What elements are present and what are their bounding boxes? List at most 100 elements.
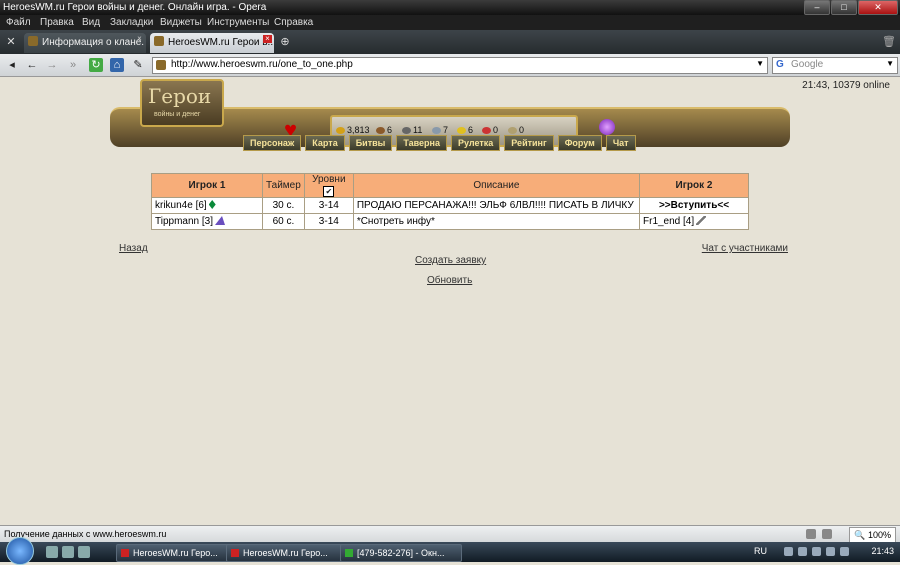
reload-icon[interactable]: ↻ xyxy=(89,58,103,72)
elf-faction-icon xyxy=(208,200,216,209)
col-levels: Уровни ✔ xyxy=(303,173,354,198)
mercury-icon xyxy=(432,127,441,134)
nav-roulette[interactable]: Рулетка xyxy=(450,135,501,151)
nav-battles[interactable]: Битвы xyxy=(348,135,393,151)
gold-icon xyxy=(336,127,345,134)
refresh-link[interactable]: Обновить xyxy=(427,275,472,286)
back-link[interactable]: Назад xyxy=(119,243,148,254)
nav-forum[interactable]: Форум xyxy=(557,135,602,151)
show-desktop-icon[interactable] xyxy=(62,546,74,558)
edit-icon[interactable]: ✎ xyxy=(131,58,145,72)
chevron-down-icon[interactable]: ▼ xyxy=(886,59,894,68)
game-nav: Персонаж Карта Битвы Таверна Рулетка Рей… xyxy=(243,135,640,151)
tray-icon[interactable] xyxy=(840,547,849,556)
clock[interactable]: 21:43 xyxy=(871,546,894,556)
search-input[interactable]: Google xyxy=(791,59,823,70)
view-icon[interactable] xyxy=(822,529,832,539)
col-player2: Игрок 2 xyxy=(639,173,749,198)
switch-windows-icon[interactable] xyxy=(78,546,90,558)
player1-cell[interactable]: Tippmann [3] xyxy=(151,213,263,230)
status-bar: Получение данных с www.heroeswm.ru 🔍 100… xyxy=(0,525,900,543)
opera-icon xyxy=(231,549,239,557)
taskbar-item-window[interactable]: [479-582-276] - Окн... xyxy=(340,544,462,562)
close-button[interactable]: ✕ xyxy=(858,0,898,15)
tools-icon[interactable]: ✕ xyxy=(4,35,18,49)
menu-tools[interactable]: Инструменты xyxy=(207,15,269,30)
menu-view[interactable]: Вид xyxy=(82,15,100,30)
system-tray: RU 21:43 xyxy=(750,542,900,562)
mana-orb-icon xyxy=(599,119,615,135)
windows-taskbar: HeroesWM.ru Геро... HeroesWM.ru Геро... … xyxy=(0,537,900,565)
home-icon[interactable]: ⌂ xyxy=(110,58,124,72)
wizard-faction-icon xyxy=(215,216,225,225)
gem-icon xyxy=(508,127,517,134)
unite-icon[interactable] xyxy=(806,529,816,539)
nav-chat[interactable]: Чат xyxy=(605,135,636,151)
menu-file[interactable]: Файл xyxy=(6,15,31,30)
trash-icon[interactable]: 🗑 xyxy=(882,35,896,49)
tab-close-icon[interactable]: × xyxy=(135,35,144,43)
table-row: krikun4e [6] 30 с. 3-14 ПРОДАЮ ПЕРСАНАЖА… xyxy=(151,197,749,214)
ore-resource: 11 xyxy=(402,125,422,135)
game-logo[interactable]: Герои войны и денег xyxy=(140,79,224,127)
nav-rating[interactable]: Рейтинг xyxy=(504,135,554,151)
sulfur-resource: 6 xyxy=(457,125,473,135)
join-link[interactable]: >>Вступить<< xyxy=(639,197,749,214)
game-header: ♥ 3,813 6 11 7 6 0 0 Герои войны и денег… xyxy=(110,77,790,157)
window-title: HeroesWM.ru Герои войны и денег. Онлайн … xyxy=(3,2,267,13)
forward-icon[interactable]: → xyxy=(45,58,59,72)
crystals-resource: 0 xyxy=(482,125,498,135)
mercury-resource: 7 xyxy=(432,125,448,135)
tab-clan-info[interactable]: Информация о клане. × xyxy=(24,33,146,53)
gold-resource: 3,813 xyxy=(336,125,370,135)
player1-cell[interactable]: krikun4e [6] xyxy=(151,197,263,214)
volume-icon[interactable] xyxy=(812,547,821,556)
menu-help[interactable]: Справка xyxy=(274,15,313,30)
ore-icon xyxy=(402,127,411,134)
back-icon[interactable]: ← xyxy=(25,58,39,72)
opera-icon xyxy=(121,549,129,557)
crystal-icon xyxy=(482,127,491,134)
tray-icon[interactable] xyxy=(784,547,793,556)
network-icon[interactable] xyxy=(798,547,807,556)
nav-map[interactable]: Карта xyxy=(305,135,345,151)
language-indicator[interactable]: RU xyxy=(754,546,767,556)
checkmark-icon[interactable]: ✔ xyxy=(323,186,335,197)
menu-edit[interactable]: Правка xyxy=(40,15,74,30)
maximize-button[interactable]: □ xyxy=(831,0,857,15)
timer-cell: 60 с. xyxy=(262,213,305,230)
menu-widgets[interactable]: Виджеты xyxy=(160,15,202,30)
taskbar-item-opera-1[interactable]: HeroesWM.ru Геро... xyxy=(116,544,234,562)
new-tab-icon[interactable]: ⊕ xyxy=(278,35,292,49)
window-icon xyxy=(345,549,353,557)
tab-close-icon[interactable]: × xyxy=(263,35,272,43)
address-input[interactable]: http://www.heroeswm.ru/one_to_one.php xyxy=(171,59,353,70)
nav-character[interactable]: Персонаж xyxy=(243,135,302,151)
table-row: Tippmann [3] 60 с. 3-14 *Снотреть инфу* … xyxy=(151,213,749,230)
create-request-link[interactable]: Создать заявку xyxy=(415,255,486,266)
taskbar-item-opera-2[interactable]: HeroesWM.ru Геро... xyxy=(226,544,348,562)
menu-bookmarks[interactable]: Закладки xyxy=(110,15,153,30)
col-description: Описание xyxy=(352,173,641,198)
minimize-button[interactable]: – xyxy=(804,0,830,15)
wood-resource: 6 xyxy=(376,125,392,135)
start-button[interactable] xyxy=(6,537,34,565)
nav-tavern[interactable]: Таверна xyxy=(396,135,447,151)
online-counter: 21:43, 10379 online xyxy=(802,80,890,91)
address-bar[interactable]: http://www.heroeswm.ru/one_to_one.php ▼ xyxy=(152,57,768,74)
panel-toggle-icon[interactable]: ◂ xyxy=(5,58,19,72)
ie-icon[interactable] xyxy=(46,546,58,558)
zoom-control[interactable]: 🔍 100% xyxy=(849,527,896,543)
tab-heroes[interactable]: HeroesWM.ru Герои в... × xyxy=(150,33,274,53)
knight-faction-icon xyxy=(696,216,707,225)
levels-cell: 3-14 xyxy=(303,197,354,214)
tray-icon[interactable] xyxy=(826,547,835,556)
table-header-row: Игрок 1 Таймер Уровни ✔ Описание Игрок 2 xyxy=(151,173,749,198)
player2-cell[interactable]: Fr1_end [4] xyxy=(639,213,749,230)
heroes-favicon-icon xyxy=(154,36,164,46)
chevron-down-icon[interactable]: ▼ xyxy=(756,59,764,68)
fast-forward-icon[interactable]: » xyxy=(66,58,80,72)
search-box[interactable]: G Google ▼ xyxy=(772,57,898,74)
description-cell: *Снотреть инфу* xyxy=(352,213,641,230)
chat-participants-link[interactable]: Чат с участниками xyxy=(702,243,788,254)
